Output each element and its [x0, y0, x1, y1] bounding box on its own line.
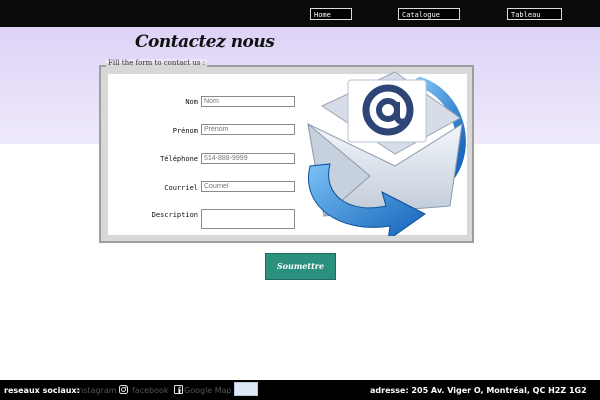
courriel-input[interactable]	[201, 181, 295, 192]
telephone-label: Téléphone	[160, 155, 198, 163]
submit-button[interactable]: Soumettre	[265, 253, 336, 280]
nav-home-button[interactable]: Home	[310, 8, 352, 20]
nav-catalogue-button[interactable]: Catalogue	[398, 8, 460, 20]
address-text: adresse: 205 Av. Viger O, Montréal, QC H…	[370, 386, 587, 395]
page-title: Contactez nous	[135, 32, 275, 52]
prenom-input[interactable]	[201, 124, 295, 135]
top-nav-bar: Home Catalogue Tableau	[0, 0, 600, 27]
form-legend: Fill the form to contact us :	[106, 59, 208, 67]
email-envelope-at-icon	[307, 71, 466, 236]
nom-label: Nom	[185, 98, 198, 106]
courriel-label: Courriel	[164, 184, 198, 192]
map-image[interactable]	[234, 382, 258, 396]
description-label: Description	[151, 211, 198, 219]
instagram-icon[interactable]	[119, 385, 128, 394]
nav-tableau-button[interactable]: Tableau	[507, 8, 562, 20]
description-textarea[interactable]	[201, 209, 295, 229]
telephone-input[interactable]	[201, 153, 295, 164]
facebook-icon[interactable]	[174, 385, 183, 394]
google-map-link[interactable]: Google Map	[184, 386, 232, 395]
social-label: reseaux sociaux:	[4, 386, 80, 395]
footer-bar: reseaux sociaux: instagram facebook Goog…	[0, 380, 600, 400]
prenom-label: Prénom	[172, 127, 198, 135]
instagram-link[interactable]: instagram	[76, 386, 117, 395]
nom-input[interactable]	[201, 96, 295, 107]
facebook-link[interactable]: facebook	[132, 386, 169, 395]
